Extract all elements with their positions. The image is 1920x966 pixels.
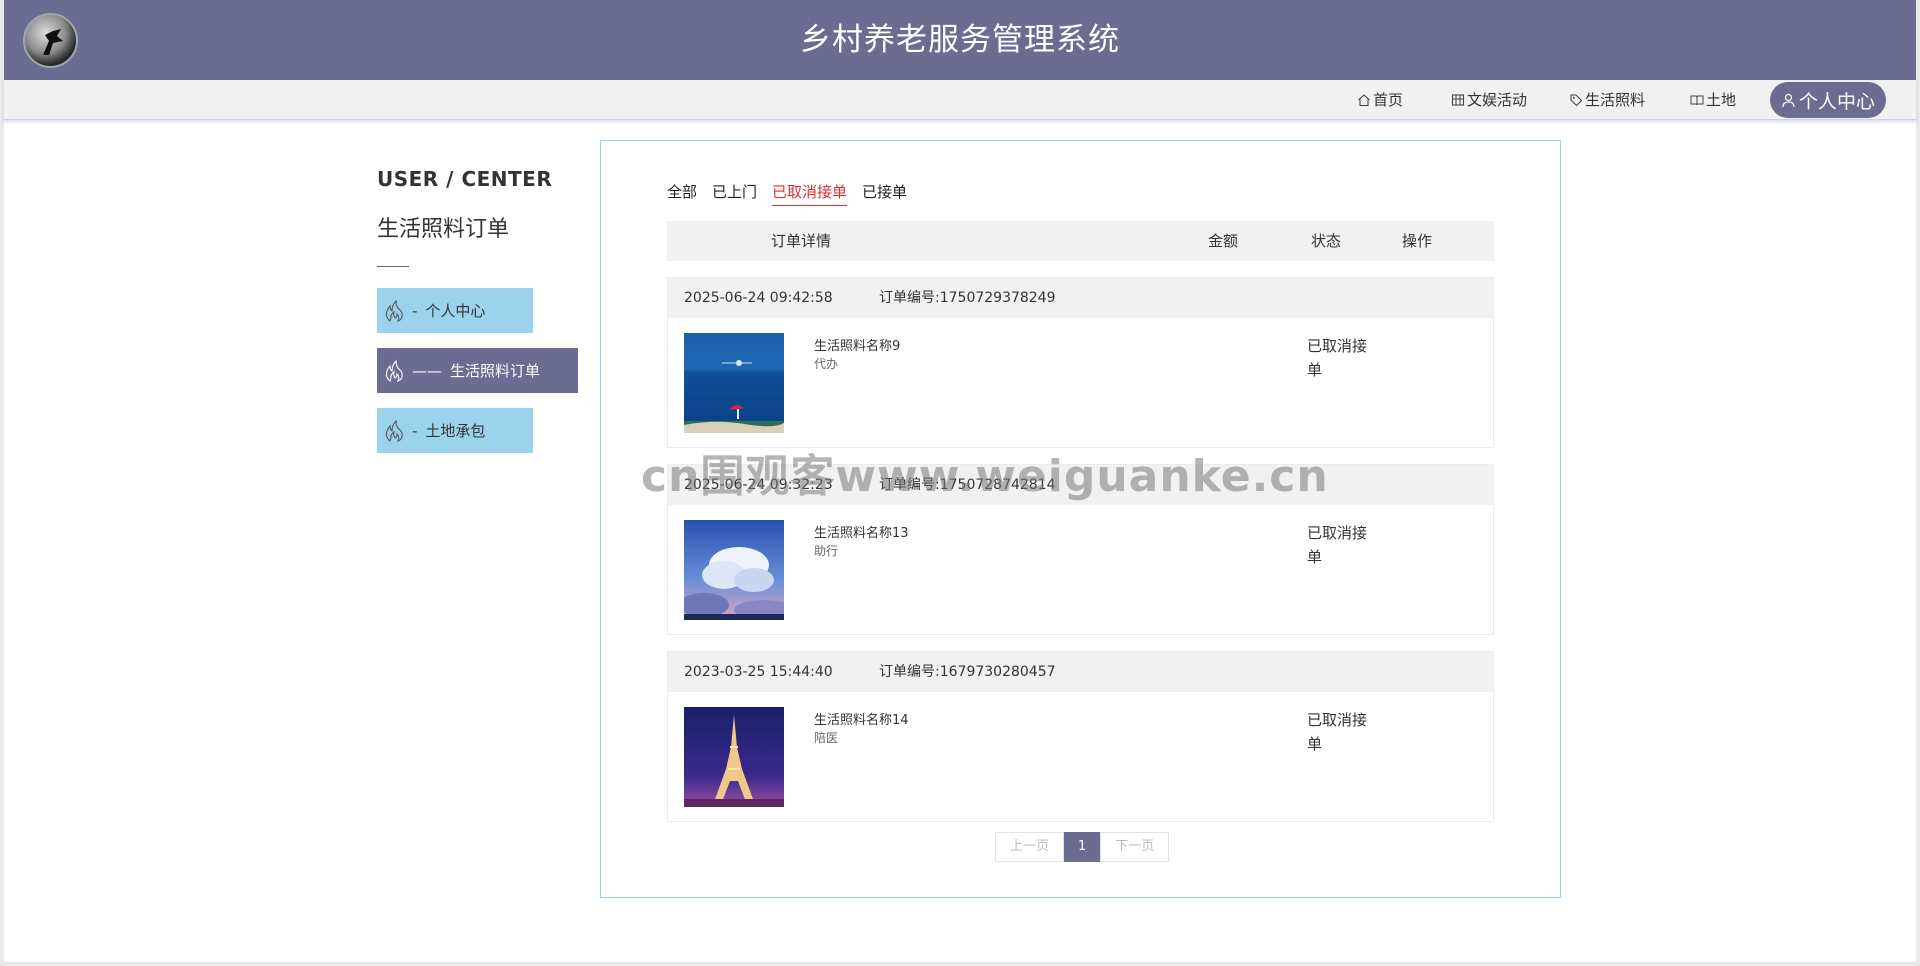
nav-land-label: 土地 — [1706, 91, 1737, 109]
product-name[interactable]: 生活照料名称9 — [814, 335, 900, 354]
tag-icon — [1570, 94, 1583, 107]
sidebar-dash: - — [412, 301, 418, 320]
sidebar-item-land-contract[interactable]: - 土地承包 — [377, 408, 533, 453]
product-name[interactable]: 生活照料名称14 — [814, 709, 909, 728]
grid-icon — [1451, 94, 1465, 106]
order-status: 已取消接 单 — [1307, 521, 1377, 569]
nav-user-center-label: 个人中心 — [1798, 90, 1875, 113]
nav-user-center[interactable]: 个人中心 — [1770, 82, 1886, 118]
product-type: 助行 — [814, 544, 839, 558]
sidebar-dash: - — [412, 421, 418, 440]
prev-page-button[interactable]: 上一页 — [995, 832, 1065, 862]
order-status: 已取消接 单 — [1307, 334, 1377, 382]
nav-life-care[interactable]: 生活照料 — [1569, 80, 1645, 120]
order-time: 2025-06-24 09:42:58 — [684, 290, 833, 306]
sidebar-item-label: 土地承包 — [425, 422, 486, 440]
order-status: 已取消接 单 — [1307, 708, 1377, 756]
nav-land[interactable]: 土地 — [1690, 80, 1736, 120]
pagination: 上一页 1 下一页 — [995, 832, 1170, 862]
order-status-line1: 已取消接 — [1307, 337, 1368, 355]
flame-icon — [385, 359, 403, 382]
orders-panel: 全部 已上门 已取消接单 已接单 订单详情 金额 状态 操作 2025-06-2… — [600, 140, 1561, 898]
user-center-subtitle: 生活照料订单 — [377, 217, 510, 242]
nav-life-care-label: 生活照料 — [1585, 91, 1646, 109]
sidebar-item-label: 个人中心 — [425, 302, 486, 320]
user-icon — [1782, 93, 1795, 107]
sidebar-item-life-care-orders[interactable]: —— 生活照料订单 — [377, 348, 578, 393]
subtitle-divider — [377, 266, 409, 267]
nav-entertainment[interactable]: 文娱活动 — [1451, 80, 1527, 120]
top-nav: 首页 文娱活动 生活照料 土地 个人中心 — [4, 80, 1916, 120]
header-detail: 订单详情 — [771, 232, 832, 250]
flame-icon — [385, 419, 403, 442]
order-card: 2023-03-25 15:44:40 订单编号:1679730280457 生… — [667, 651, 1494, 822]
site-title: 乡村养老服务管理系统 — [800, 22, 1120, 58]
eiffel-tower-image[interactable] — [684, 707, 784, 807]
home-icon — [1358, 94, 1370, 107]
order-status-line1: 已取消接 — [1307, 711, 1368, 729]
sidebar-dash: —— — [412, 361, 442, 380]
sidebar-item-label: 生活照料订单 — [450, 362, 541, 380]
order-head: 2023-03-25 15:44:40 订单编号:1679730280457 — [668, 652, 1493, 692]
nav-home-label: 首页 — [1373, 91, 1404, 109]
status-tabs: 全部 已上门 已取消接单 已接单 — [667, 181, 907, 206]
product-type: 陪医 — [814, 731, 839, 745]
order-time: 2023-03-25 15:44:40 — [684, 664, 833, 680]
order-status-line2: 单 — [1307, 735, 1323, 753]
current-page-button[interactable]: 1 — [1064, 832, 1101, 862]
tab-visited[interactable]: 已上门 — [712, 181, 757, 206]
order-number: 订单编号:1679730280457 — [879, 664, 1056, 680]
product-name[interactable]: 生活照料名称13 — [814, 522, 909, 541]
ocean-umbrella-image[interactable] — [684, 333, 784, 433]
tab-all[interactable]: 全部 — [667, 181, 697, 206]
product-type: 代办 — [814, 357, 839, 371]
nav-home[interactable]: 首页 — [1357, 80, 1403, 120]
order-status-line2: 单 — [1307, 548, 1323, 566]
watermark: cn围观客www.weiguanke.cn — [641, 451, 1329, 502]
book-icon — [1690, 95, 1704, 106]
page-frame: 乡村养老服务管理系统 首页 文娱活动 生活照料 土地 个人中心 USER / C… — [4, 0, 1916, 962]
tab-cancelled[interactable]: 已取消接单 — [772, 181, 848, 206]
order-card: 2025-06-24 09:42:58 订单编号:1750729378249 生… — [667, 277, 1494, 448]
table-header: 订单详情 金额 状态 操作 — [667, 221, 1494, 261]
clouds-sky-image[interactable] — [684, 520, 784, 620]
order-status-line2: 单 — [1307, 361, 1323, 379]
header-status: 状态 — [1311, 232, 1342, 250]
order-head: 2025-06-24 09:42:58 订单编号:1750729378249 — [668, 278, 1493, 318]
header-amount: 金额 — [1208, 232, 1239, 250]
sidebar-item-user-center[interactable]: - 个人中心 — [377, 288, 533, 333]
nav-entertainment-label: 文娱活动 — [1467, 91, 1528, 109]
header: 乡村养老服务管理系统 — [4, 0, 1916, 80]
user-center-title: USER / CENTER — [377, 167, 553, 191]
order-status-line1: 已取消接 — [1307, 524, 1368, 542]
flame-icon — [385, 299, 403, 322]
order-number: 订单编号:1750729378249 — [879, 290, 1056, 306]
next-page-button[interactable]: 下一页 — [1100, 832, 1170, 862]
tab-accepted[interactable]: 已接单 — [862, 181, 907, 206]
header-action: 操作 — [1402, 232, 1433, 250]
